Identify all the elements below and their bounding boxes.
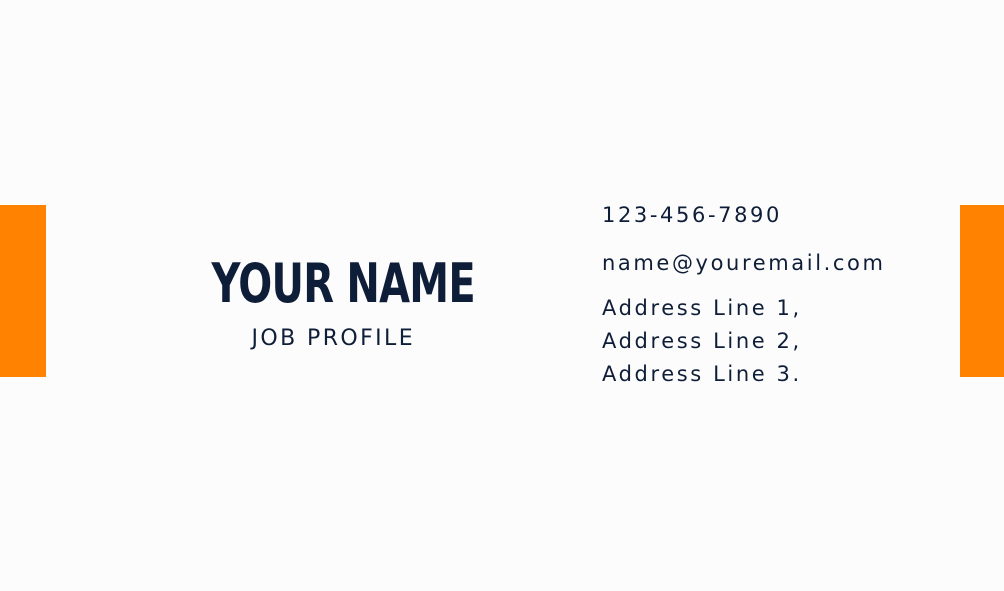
address-line-2: Address Line 2,	[602, 329, 802, 353]
email-address: name@youremail.com	[602, 251, 886, 275]
accent-bar-left	[0, 205, 46, 377]
accent-bar-right	[960, 205, 1004, 377]
phone-number: 123-456-7890	[602, 203, 782, 227]
address: Address Line 1, Address Line 2, Address …	[602, 292, 942, 391]
contact-block: 123-456-7890 name@youremail.com Address …	[602, 200, 942, 391]
person-name: YOUR NAME	[211, 252, 476, 315]
name-block: YOUR NAME JOB PROFILE	[140, 248, 476, 351]
business-card: YOUR NAME JOB PROFILE 123-456-7890 name@…	[0, 0, 1004, 591]
address-line-3: Address Line 3.	[602, 362, 802, 386]
address-line-1: Address Line 1,	[602, 296, 802, 320]
job-profile: JOB PROFILE	[251, 326, 415, 351]
